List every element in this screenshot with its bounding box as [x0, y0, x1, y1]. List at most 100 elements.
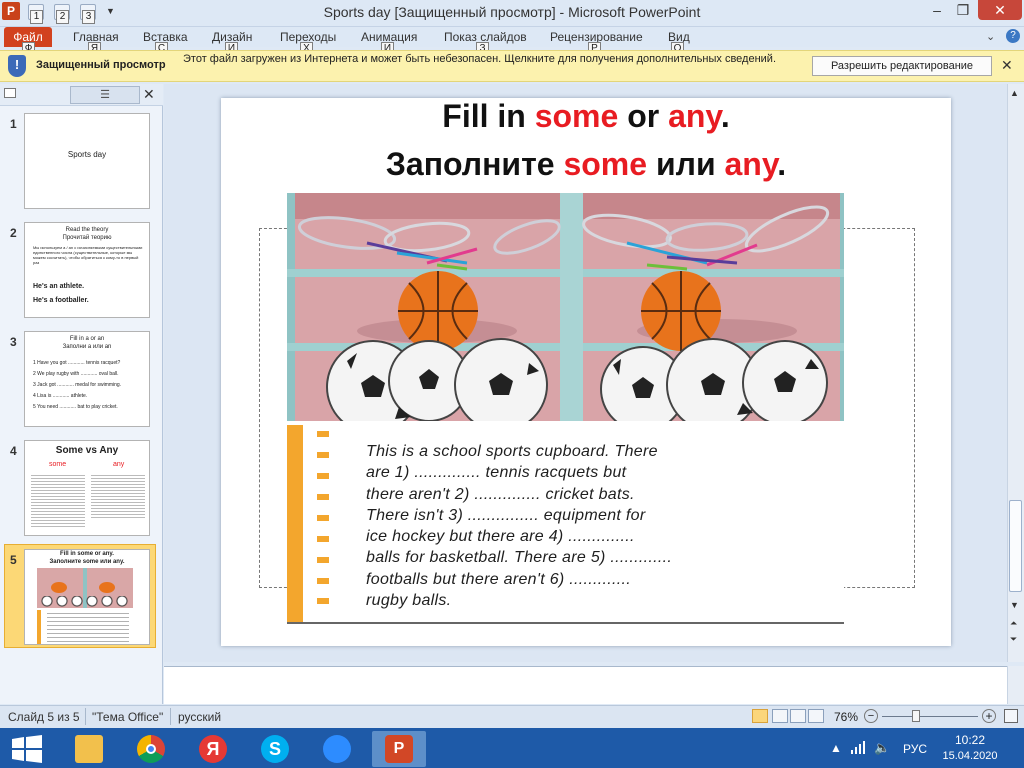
thumb5-title2: Заполните some или any. — [49, 559, 125, 565]
slide-thumbnail-4[interactable]: Some vs Any some any — [24, 440, 150, 536]
thumb4-some: some — [49, 461, 67, 468]
thumb2-title1: Read the theory — [65, 227, 109, 233]
shield-icon: ! — [8, 55, 26, 77]
slide-number-3: 3 — [10, 335, 17, 349]
enable-editing-button[interactable]: Разрешить редактирование — [812, 56, 992, 76]
volume-icon[interactable]: 🔈 — [874, 740, 890, 756]
slideshow-icon[interactable] — [808, 709, 824, 723]
sports-cupboard-picture[interactable] — [287, 193, 844, 421]
zoom-slider-thumb[interactable] — [912, 710, 920, 722]
ribbon-collapse-icon[interactable]: ⌄ — [986, 30, 995, 43]
slide-thumbnail-5[interactable]: Fill in some or any. Заполните some или … — [24, 549, 150, 645]
zoom-out-icon[interactable]: − — [864, 709, 878, 723]
subtitle-some: some — [563, 146, 648, 182]
close-bar-icon[interactable]: ✕ — [1001, 57, 1013, 74]
bullet-marker — [317, 598, 329, 604]
subtitle-text: или — [647, 146, 725, 182]
customize-toolbar-dropdown[interactable]: ▼ — [106, 6, 115, 16]
status-separator — [85, 708, 86, 725]
slide-counter: Слайд 5 из 5 — [8, 710, 80, 724]
subtitle-text: Заполните — [385, 146, 564, 182]
keytip-save: 1 — [30, 10, 43, 24]
slides-tab-icon[interactable] — [4, 88, 16, 98]
thumb1-title: Sports day — [67, 150, 107, 159]
zoom-app-icon[interactable] — [310, 731, 364, 767]
close-button[interactable]: ✕ — [978, 0, 1022, 20]
thumb4-any: any — [113, 461, 125, 468]
yandex-browser-icon[interactable]: Я — [186, 731, 240, 767]
thumb3-item: 1 Have you got ............ tennis racqu… — [33, 360, 121, 366]
protected-view-message[interactable]: Этот файл загружен из Интернета и может … — [183, 53, 783, 66]
thumb5-picture — [37, 568, 133, 608]
thumb3-item: 4 Lisa is ............ athlete. — [33, 393, 88, 399]
thumb5-title1: Fill in some or any. — [60, 551, 114, 557]
exercise-line: There isn't 3) ............... equipment… — [366, 506, 646, 524]
minimize-button[interactable]: – — [924, 0, 950, 20]
panel-close-icon[interactable]: ✕ — [143, 86, 155, 103]
slide-thumbnail-2[interactable]: Read the theory Прочитай теорию Мы испол… — [24, 222, 150, 318]
slide-subtitle[interactable]: Заполните some или any. — [221, 146, 951, 183]
exercise-line: there aren't 2) .............. cricket b… — [366, 485, 635, 503]
exercise-line: are 1) .............. tennis racquets bu… — [366, 464, 627, 482]
exercise-line: ice hockey but there are 4) ............… — [366, 528, 635, 546]
outline-tab-icon[interactable]: ☰ — [70, 86, 140, 104]
slide-number-4: 4 — [10, 444, 17, 458]
thumb3-item: 5 You need ............ bat to play cric… — [33, 404, 118, 410]
thumb2-body: Мы используем a / an с исчисляемыми суще… — [33, 245, 143, 265]
slide-thumbnail-3[interactable]: Fill in a or an Заполни a или an 1 Have … — [24, 331, 150, 427]
scroll-down-icon[interactable]: ▼ — [1010, 600, 1019, 610]
theme-name[interactable]: "Тема Office" — [92, 710, 163, 724]
exercise-text: This is a school sports cupboard. There … — [366, 441, 836, 611]
notes-pane[interactable] — [164, 666, 1007, 704]
powerpoint-icon[interactable]: P — [2, 2, 20, 20]
exercise-line: This is a school sports cupboard. There — [366, 443, 658, 460]
exercise-card-underline — [287, 622, 844, 624]
fit-to-window-icon[interactable] — [1004, 709, 1018, 723]
notes-scrollbar[interactable] — [1007, 666, 1024, 704]
zoom-level[interactable]: 76% — [834, 710, 858, 724]
windows-start-icon[interactable] — [10, 734, 44, 764]
status-separator — [170, 708, 171, 725]
previous-slide-icon[interactable]: ⏶ — [1010, 618, 1017, 629]
chrome-icon[interactable] — [124, 731, 178, 767]
language-indicator[interactable]: русский — [178, 710, 221, 724]
bullet-marker — [317, 515, 329, 521]
zoom-in-icon[interactable]: + — [982, 709, 996, 723]
bullet-marker — [317, 578, 329, 584]
bullet-marker — [317, 452, 329, 458]
thumb3-title1: Fill in a or an — [69, 336, 105, 342]
thumb3-item: 3 Jack got ............ medal for swimmi… — [33, 382, 122, 388]
tray-up-icon[interactable]: ▲ — [830, 741, 842, 755]
normal-view-icon[interactable] — [752, 709, 768, 723]
title-any: any — [668, 98, 721, 134]
help-icon[interactable]: ? — [1006, 29, 1020, 43]
thumb3-item: 2 We play rugby with ............ oval b… — [33, 371, 119, 377]
slide-thumbnail-1[interactable]: Sports day — [24, 113, 150, 209]
thumb2-line1: He's an athlete. — [33, 283, 85, 290]
slide-title[interactable]: Fill in some or any. — [221, 98, 951, 135]
thumb5-bar — [37, 610, 41, 644]
bullet-marker — [317, 473, 329, 479]
slide-sorter-icon[interactable] — [772, 709, 788, 723]
clock-time[interactable]: 10:22 — [940, 733, 1000, 747]
thumb4-left-text — [31, 473, 85, 528]
title-some: some — [534, 98, 619, 134]
bullet-marker — [317, 557, 329, 563]
scroll-up-icon[interactable]: ▲ — [1010, 88, 1019, 98]
skype-icon[interactable]: S — [248, 731, 302, 767]
keytip-redo: 3 — [82, 10, 95, 24]
clock-date[interactable]: 15.04.2020 — [940, 750, 1000, 762]
thumb4-title: Some vs Any — [55, 445, 119, 456]
scrollbar-thumb[interactable] — [1009, 500, 1022, 592]
zoom-slider[interactable] — [882, 716, 978, 717]
reading-view-icon[interactable] — [790, 709, 806, 723]
input-language[interactable]: РУС — [903, 742, 927, 756]
network-icon[interactable] — [850, 740, 866, 754]
next-slide-icon[interactable]: ⏷ — [1010, 634, 1017, 645]
powerpoint-taskbar-icon[interactable]: P — [372, 731, 426, 767]
bullet-marker — [317, 494, 329, 500]
protected-view-title: Защищенный просмотр — [36, 59, 166, 71]
maximize-button[interactable]: ❐ — [950, 0, 976, 20]
thumb2-line2: He's a footballer. — [33, 297, 89, 304]
file-explorer-icon[interactable] — [62, 731, 116, 767]
